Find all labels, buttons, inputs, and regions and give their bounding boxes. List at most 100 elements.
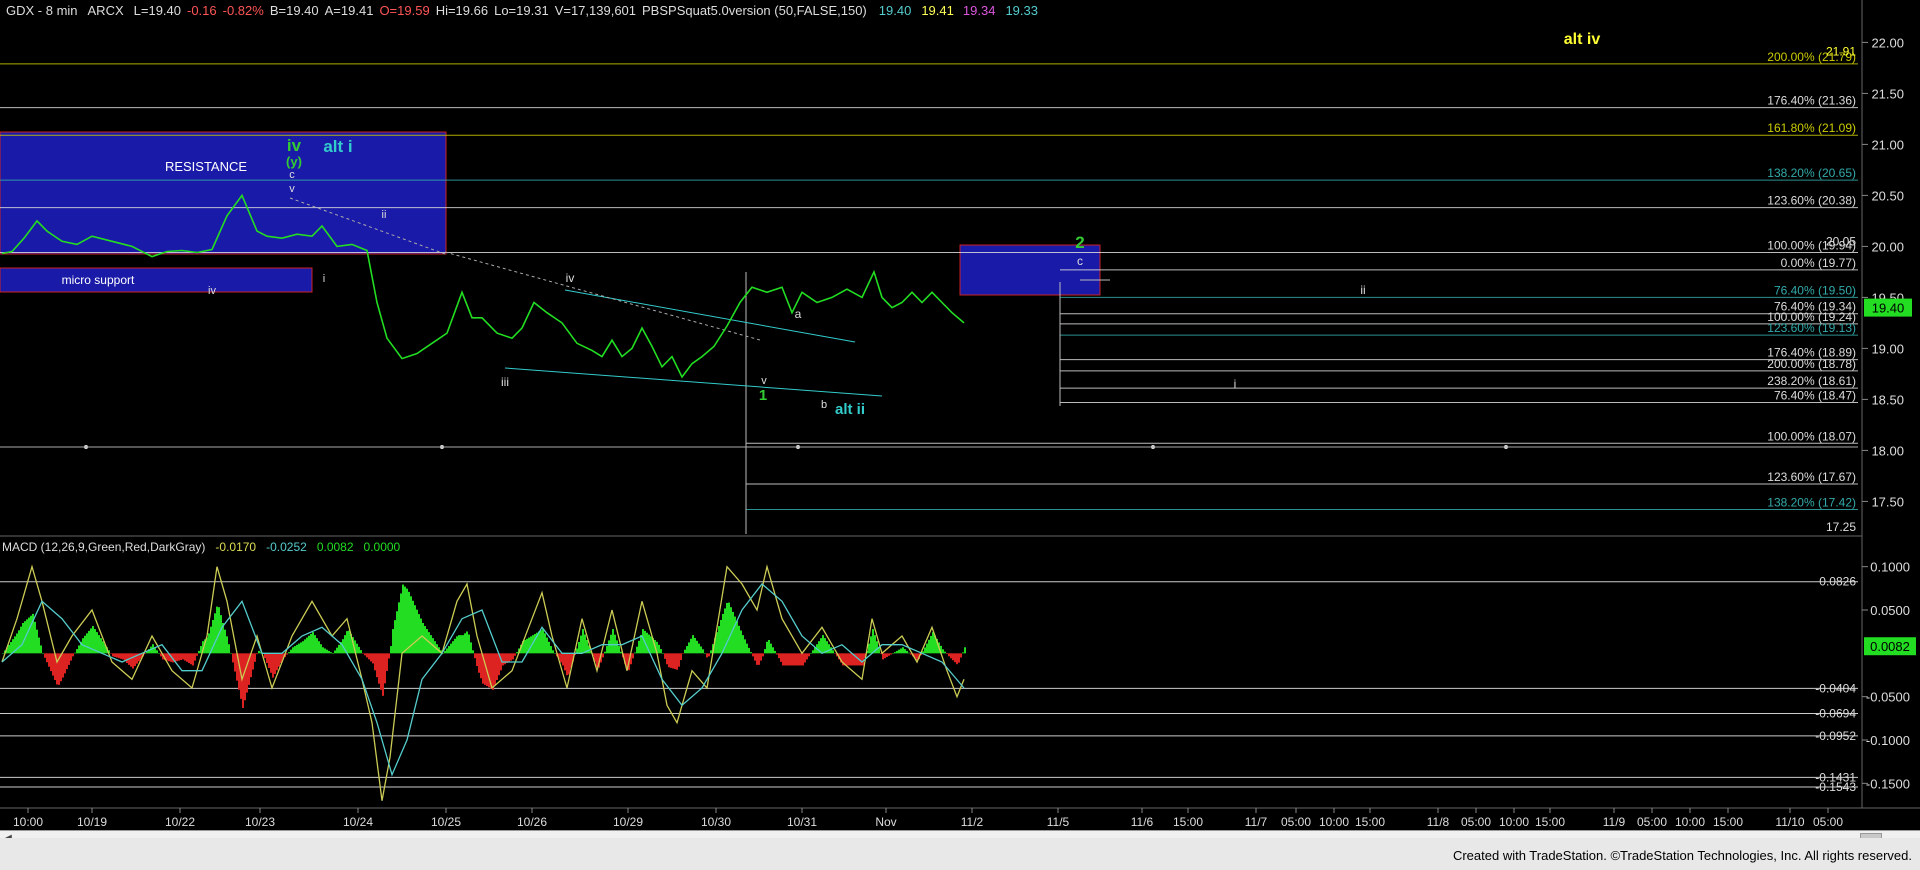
time-tick-label: 10:00 (1675, 815, 1705, 829)
macd-histogram-bar (658, 644, 660, 654)
macd-histogram-bar (292, 647, 294, 654)
macd-level-label: -0.0952 (1815, 729, 1856, 743)
macd-histogram-bar (334, 650, 336, 654)
macd-histogram-bar (8, 644, 10, 654)
macd-histogram-bar (930, 635, 932, 654)
macd-histogram-bar (86, 633, 88, 654)
fib-level-label: 76.40% (19.50) (1774, 283, 1856, 297)
time-tick-label: 10/29 (613, 815, 643, 829)
fib-level-label: 138.20% (20.65) (1767, 166, 1856, 180)
price-header: GDX - 8 min ARCX L=19.40 -0.16 -0.82% B=19.40… (6, 3, 1038, 18)
macd-histogram-bar (454, 638, 456, 654)
macd-histogram-bar (74, 652, 76, 654)
macd-histogram-bar (20, 626, 22, 654)
macd-tick-label: 0.0500 (1870, 603, 1910, 618)
macd-histogram-bar (272, 653, 274, 678)
macd-histogram-bar (382, 653, 384, 696)
macd-histogram-bar (568, 653, 570, 675)
macd-histogram-bar (88, 630, 90, 654)
macd-histogram-bar (118, 653, 120, 659)
macd-histogram-bar (668, 653, 670, 668)
macd-histogram-bar (786, 653, 788, 666)
macd-histogram-bar (584, 634, 586, 654)
time-tick-label: 10/23 (245, 815, 275, 829)
macd-histogram-bar (470, 642, 472, 654)
macd-histogram-bar (674, 653, 676, 670)
macd-histogram-bar (952, 653, 954, 661)
macd-histogram-bar (892, 653, 894, 654)
macd-histogram-bar (828, 644, 830, 654)
macd-histogram-bar (480, 653, 482, 679)
macd-histogram-bar (704, 653, 706, 654)
macd-histogram-bar (194, 653, 196, 661)
time-tick-label: 15:00 (1713, 815, 1743, 829)
macd-histogram-bar (102, 641, 104, 654)
macd-histogram-bar (384, 653, 386, 684)
time-tick-label: 10:00 (1499, 815, 1529, 829)
header-open: O=19.59 (379, 3, 429, 18)
fib-level-label: 176.40% (21.36) (1767, 94, 1856, 108)
time-tick-label: 11/6 (1131, 815, 1154, 829)
macd-histogram-bar (664, 653, 666, 659)
macd-histogram-bar (122, 653, 124, 660)
trading-chart[interactable]: GDX - 8 min ARCX L=19.40 -0.16 -0.82% B=19.40… (0, 0, 1920, 870)
macd-histogram-bar (508, 653, 510, 662)
macd-histogram-bar (710, 650, 712, 654)
macd-histogram-bar (232, 653, 234, 663)
macd-histogram-bar (444, 650, 446, 654)
wave-annotation: c (289, 169, 295, 181)
wave-annotation: (y) (286, 154, 302, 169)
wave-annotation: alt ii (835, 401, 865, 418)
macd-histogram-bar (580, 635, 582, 654)
macd-histogram-bar (362, 653, 364, 654)
macd-histogram-bar (256, 653, 258, 655)
macd-histogram-bar (632, 653, 634, 659)
macd-histogram-bar (182, 653, 184, 660)
macd-histogram-bar (464, 633, 466, 654)
macd-level-label: 0.0826 (1819, 575, 1856, 589)
macd-histogram-bar (300, 642, 302, 654)
macd-histogram-bar (550, 646, 552, 654)
macd-histogram-bar (800, 653, 802, 666)
macd-histogram-bar (68, 653, 70, 665)
time-tick-label: 05:00 (1813, 815, 1843, 829)
macd-histogram-bar (534, 633, 536, 654)
macd-histogram-bar (634, 652, 636, 654)
macd-histogram-bar (774, 650, 776, 654)
header-ind-4: 19.33 (1005, 3, 1038, 18)
macd-histogram-bar (510, 653, 512, 661)
macd-histogram-bar (776, 653, 778, 655)
macd-histogram-bar (44, 653, 46, 658)
macd-histogram-bar (954, 653, 956, 663)
wave-annotation: micro support (62, 273, 135, 287)
macd-histogram-bar (902, 647, 904, 654)
macd-histogram-bar (502, 653, 504, 666)
macd-histogram-bar (264, 653, 266, 659)
macd-histogram-bar (304, 639, 306, 654)
macd-histogram-bar (314, 635, 316, 654)
macd-histogram-bar (254, 653, 256, 662)
macd-histogram-bar (578, 642, 580, 654)
macd-histogram-bar (378, 653, 380, 684)
macd-histogram-bar (348, 630, 350, 654)
macd-histogram-bar (338, 644, 340, 654)
macd-histogram-bar (294, 646, 296, 654)
footer-bar: Created with TradeStation. ©TradeStation… (0, 838, 1920, 870)
time-tick-label: 10/22 (165, 815, 195, 829)
macd-histogram-bar (322, 647, 324, 654)
macd-histogram-bar (958, 653, 960, 663)
macd-histogram-bar (468, 634, 470, 654)
macd-histogram-bar (908, 652, 910, 654)
header-change: -0.16 (187, 3, 217, 18)
wave-annotation: ii (382, 209, 387, 221)
macd-histogram-bar (30, 615, 32, 654)
macd-histogram-bar (802, 653, 804, 666)
wave-annotation: RESISTANCE (165, 159, 247, 174)
macd-histogram-bar (794, 653, 796, 666)
macd-val-4: 0.0000 (364, 540, 401, 554)
macd-histogram-bar (28, 617, 30, 654)
macd-histogram-bar (604, 651, 606, 654)
macd-histogram-bar (276, 653, 278, 671)
macd-histogram-bar (646, 632, 648, 654)
macd-histogram-bar (278, 653, 280, 667)
